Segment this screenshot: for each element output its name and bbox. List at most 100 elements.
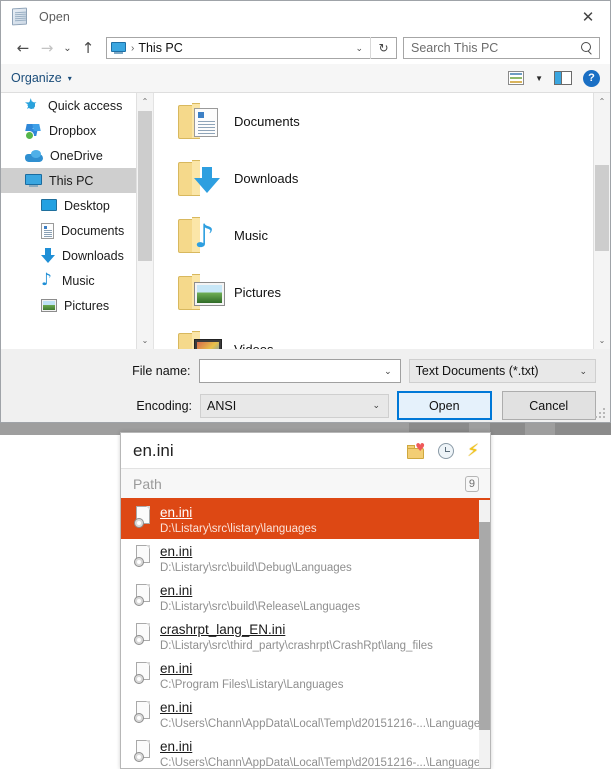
resize-grip[interactable] [595, 408, 606, 419]
sidebar-item-label: Downloads [62, 249, 124, 263]
result-path: D:\Listary\src\listary\languages [160, 522, 317, 537]
list-item[interactable]: en.ini C:\Program Files\Listary\Language… [121, 656, 490, 695]
file-item-label: Videos [234, 342, 274, 349]
sidebar-item-quick-access[interactable]: Quick access [1, 93, 153, 118]
sidebar-item-label: Desktop [64, 199, 110, 213]
result-path: C:\Users\Chann\AppData\Local\Temp\d20151… [160, 717, 486, 732]
recent-clock-icon[interactable] [438, 443, 454, 459]
command-bar: Organize ▾ ▼ ? [1, 64, 610, 93]
ini-file-icon [135, 701, 154, 723]
list-item[interactable]: en.ini D:\Listary\src\build\Debug\Langua… [121, 539, 490, 578]
view-options-icon[interactable] [508, 71, 524, 85]
file-list-scrollbar[interactable]: ⌃ ⌄ [593, 93, 610, 349]
list-item[interactable]: en.ini D:\Listary\src\build\Release\Lang… [121, 578, 490, 617]
sidebar-item-documents[interactable]: Documents [1, 218, 153, 243]
scroll-up-icon[interactable]: ⌃ [137, 93, 153, 110]
up-button[interactable]: ↑ [76, 36, 100, 60]
navigation-pane: Quick access Dropbox OneDrive This PC De… [1, 93, 154, 349]
preview-pane-icon[interactable] [554, 71, 572, 85]
folder-videos-icon [178, 331, 222, 350]
file-item-pictures[interactable]: Pictures [154, 264, 610, 321]
organize-label: Organize [11, 71, 62, 85]
listary-search-popup: en.ini ♥ ⚡ Path 9 en.ini D:\Listary\src\… [120, 432, 491, 769]
help-icon[interactable]: ? [583, 70, 600, 87]
file-type-select[interactable]: Text Documents (*.txt) ⌄ [409, 359, 596, 383]
chevron-down-icon[interactable]: ⌄ [372, 400, 380, 411]
sidebar-item-this-pc[interactable]: This PC [1, 168, 153, 193]
close-icon[interactable]: ✕ [566, 1, 610, 32]
dialog-footer: File name: ⌄ Text Documents (*.txt) ⌄ En… [1, 349, 610, 420]
sidebar-item-label: This PC [49, 174, 93, 188]
result-path: D:\Listary\src\build\Debug\Languages [160, 561, 352, 576]
list-item[interactable]: en.ini C:\Users\Chann\AppData\Local\Temp… [121, 695, 490, 734]
listary-query-text[interactable]: en.ini [133, 441, 174, 461]
sidebar-item-downloads[interactable]: Downloads [1, 243, 153, 268]
organize-button[interactable]: Organize ▾ [11, 71, 72, 85]
back-button[interactable]: ← [11, 36, 35, 60]
address-bar[interactable]: › This PC ⌄ ↻ [106, 37, 397, 59]
scrollbar-thumb[interactable] [479, 522, 490, 730]
breadcrumb-separator: › [131, 43, 134, 54]
recent-locations-button[interactable]: ⌄ [59, 36, 76, 60]
ini-file-icon [135, 584, 154, 606]
file-item-videos[interactable]: Videos [154, 321, 610, 349]
result-path: C:\Users\Chann\AppData\Local\Temp\d20151… [160, 756, 486, 768]
sidebar-item-label: Documents [61, 224, 124, 238]
sidebar-item-label: OneDrive [50, 149, 103, 163]
search-input[interactable]: Search This PC [403, 37, 600, 59]
file-item-documents[interactable]: Documents [154, 93, 610, 150]
listary-path-placeholder: Path [133, 476, 162, 492]
scroll-down-icon[interactable]: ⌄ [137, 332, 153, 349]
this-pc-icon [111, 42, 126, 54]
result-name: en.ini [160, 504, 317, 521]
onedrive-icon [25, 149, 43, 163]
sidebar-item-pictures[interactable]: Pictures [1, 293, 153, 318]
scrollbar-thumb[interactable] [138, 111, 152, 261]
sidebar-item-label: Music [62, 274, 95, 288]
forward-button[interactable]: → [35, 36, 59, 60]
file-list: Documents Downloads ♪ Music Pictures [154, 93, 610, 349]
sidebar-item-music[interactable]: ♪ Music [1, 268, 153, 293]
desktop-icon [41, 199, 57, 212]
file-item-music[interactable]: ♪ Music [154, 207, 610, 264]
result-name: en.ini [160, 660, 343, 677]
sidebar-item-onedrive[interactable]: OneDrive [1, 143, 153, 168]
sidebar-item-dropbox[interactable]: Dropbox [1, 118, 153, 143]
encoding-select[interactable]: ANSI ⌄ [200, 394, 389, 418]
chevron-down-icon[interactable]: ⌄ [384, 366, 392, 377]
quick-switch-bolt-icon[interactable]: ⚡ [467, 443, 479, 459]
refresh-icon[interactable]: ↻ [370, 37, 396, 59]
navigation-pane-scrollbar[interactable]: ⌃ ⌄ [136, 93, 153, 349]
list-item[interactable]: en.ini D:\Listary\src\listary\languages [121, 500, 490, 539]
file-item-downloads[interactable]: Downloads [154, 150, 610, 207]
sidebar-item-desktop[interactable]: Desktop [1, 193, 153, 218]
listary-path-filter[interactable]: Path 9 [121, 469, 490, 500]
dialog-titlebar: Open ✕ [1, 1, 610, 32]
chevron-down-icon[interactable]: ⌄ [355, 43, 363, 54]
file-name-input[interactable]: ⌄ [199, 359, 401, 383]
favorites-folder-icon[interactable]: ♥ [407, 443, 425, 459]
open-button[interactable]: Open [397, 391, 492, 420]
ini-file-icon [135, 740, 154, 762]
ini-file-icon [135, 545, 154, 567]
this-pc-icon [25, 174, 42, 188]
scroll-up-icon[interactable]: ⌃ [594, 93, 610, 110]
breadcrumb-this-pc[interactable]: This PC [138, 41, 182, 55]
list-item[interactable]: en.ini C:\Users\Chann\AppData\Local\Temp… [121, 734, 490, 768]
listary-scrollbar[interactable] [479, 500, 490, 768]
chevron-down-icon[interactable]: ⌄ [579, 366, 587, 377]
dropbox-icon [25, 123, 42, 139]
chevron-down-icon[interactable]: ▼ [535, 74, 543, 83]
result-path: D:\Listary\src\third_party\crashrpt\Cras… [160, 639, 433, 654]
result-count-badge: 9 [465, 476, 479, 492]
cancel-button[interactable]: Cancel [502, 391, 597, 420]
scroll-down-icon[interactable]: ⌄ [594, 332, 610, 349]
encoding-label: Encoding: [15, 399, 200, 413]
result-name: en.ini [160, 582, 360, 599]
result-name: crashrpt_lang_EN.ini [160, 621, 433, 638]
list-item[interactable]: crashrpt_lang_EN.ini D:\Listary\src\thir… [121, 617, 490, 656]
folder-documents-icon [178, 103, 222, 141]
scrollbar-thumb[interactable] [595, 165, 609, 251]
listary-search-bar[interactable]: en.ini ♥ ⚡ [121, 433, 490, 469]
navigation-bar: ← → ⌄ ↑ › This PC ⌄ ↻ Search This PC [1, 32, 610, 64]
